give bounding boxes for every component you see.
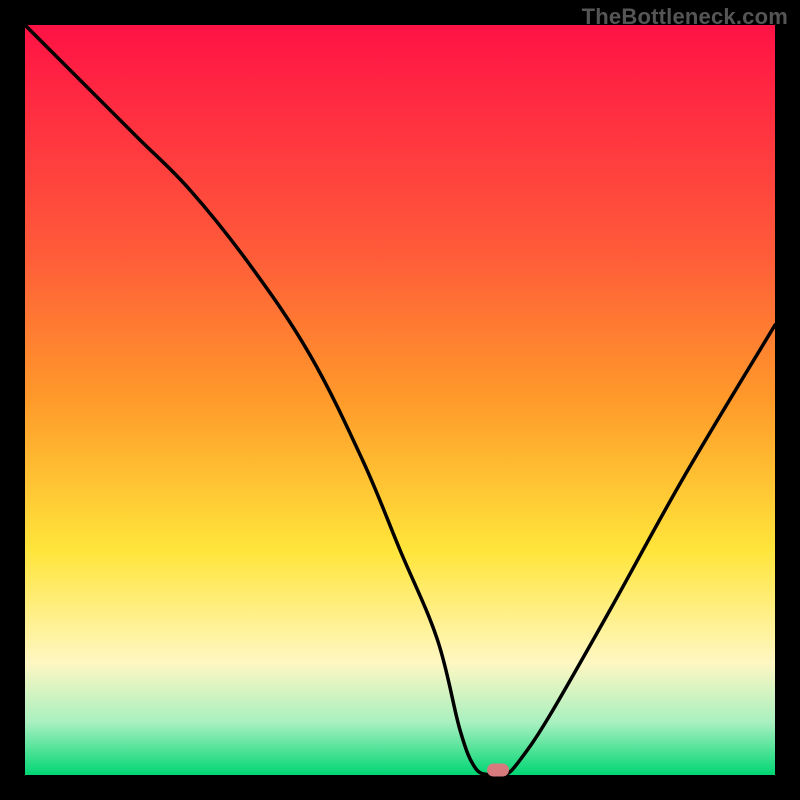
- bottleneck-curve: [25, 25, 775, 775]
- watermark-text: TheBottleneck.com: [582, 4, 788, 30]
- optimal-point-marker: [487, 764, 509, 777]
- chart-frame: TheBottleneck.com: [0, 0, 800, 800]
- plot-area: [25, 25, 775, 775]
